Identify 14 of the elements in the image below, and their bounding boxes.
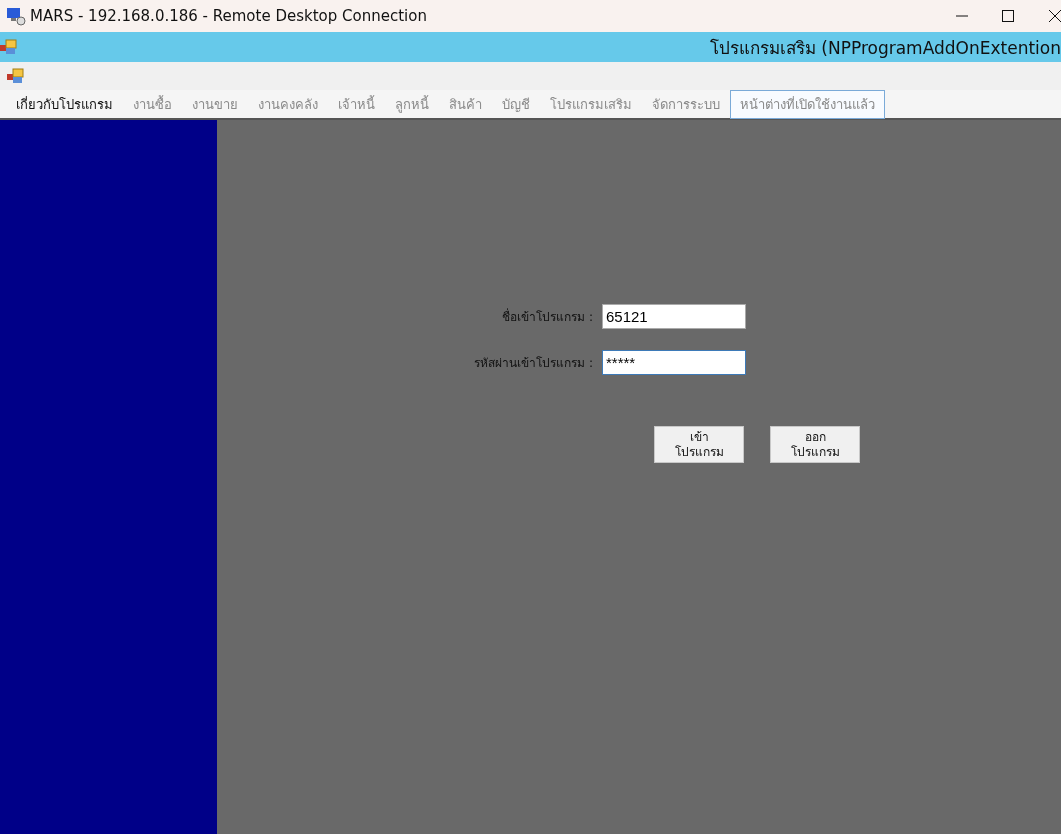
close-icon xyxy=(1049,10,1061,22)
app-icon xyxy=(0,39,18,55)
input-field[interactable]: 65121 xyxy=(602,304,746,329)
field-label: รหัสผ่านเข้าโปรแกรม : xyxy=(473,355,593,372)
login-button[interactable]: ออก โปรแกรม xyxy=(770,426,860,463)
input-field[interactable]: ***** xyxy=(602,350,746,375)
app-icon xyxy=(7,68,25,84)
menu-item[interactable]: เกี่ยวกับโปรแกรม xyxy=(6,89,123,119)
window-title: MARS - 192.168.0.186 - Remote Desktop Connection xyxy=(30,7,428,25)
maximize-icon xyxy=(1002,10,1014,22)
monitor-icon xyxy=(6,6,26,26)
field-label: ชื่อเข้าโปรแกรม : xyxy=(501,307,593,326)
app-title: โปรแกรมเสริม (NPProgramAddOnExtention xyxy=(709,36,1061,60)
login-button[interactable]: เข้า โปรแกรม xyxy=(654,426,744,463)
